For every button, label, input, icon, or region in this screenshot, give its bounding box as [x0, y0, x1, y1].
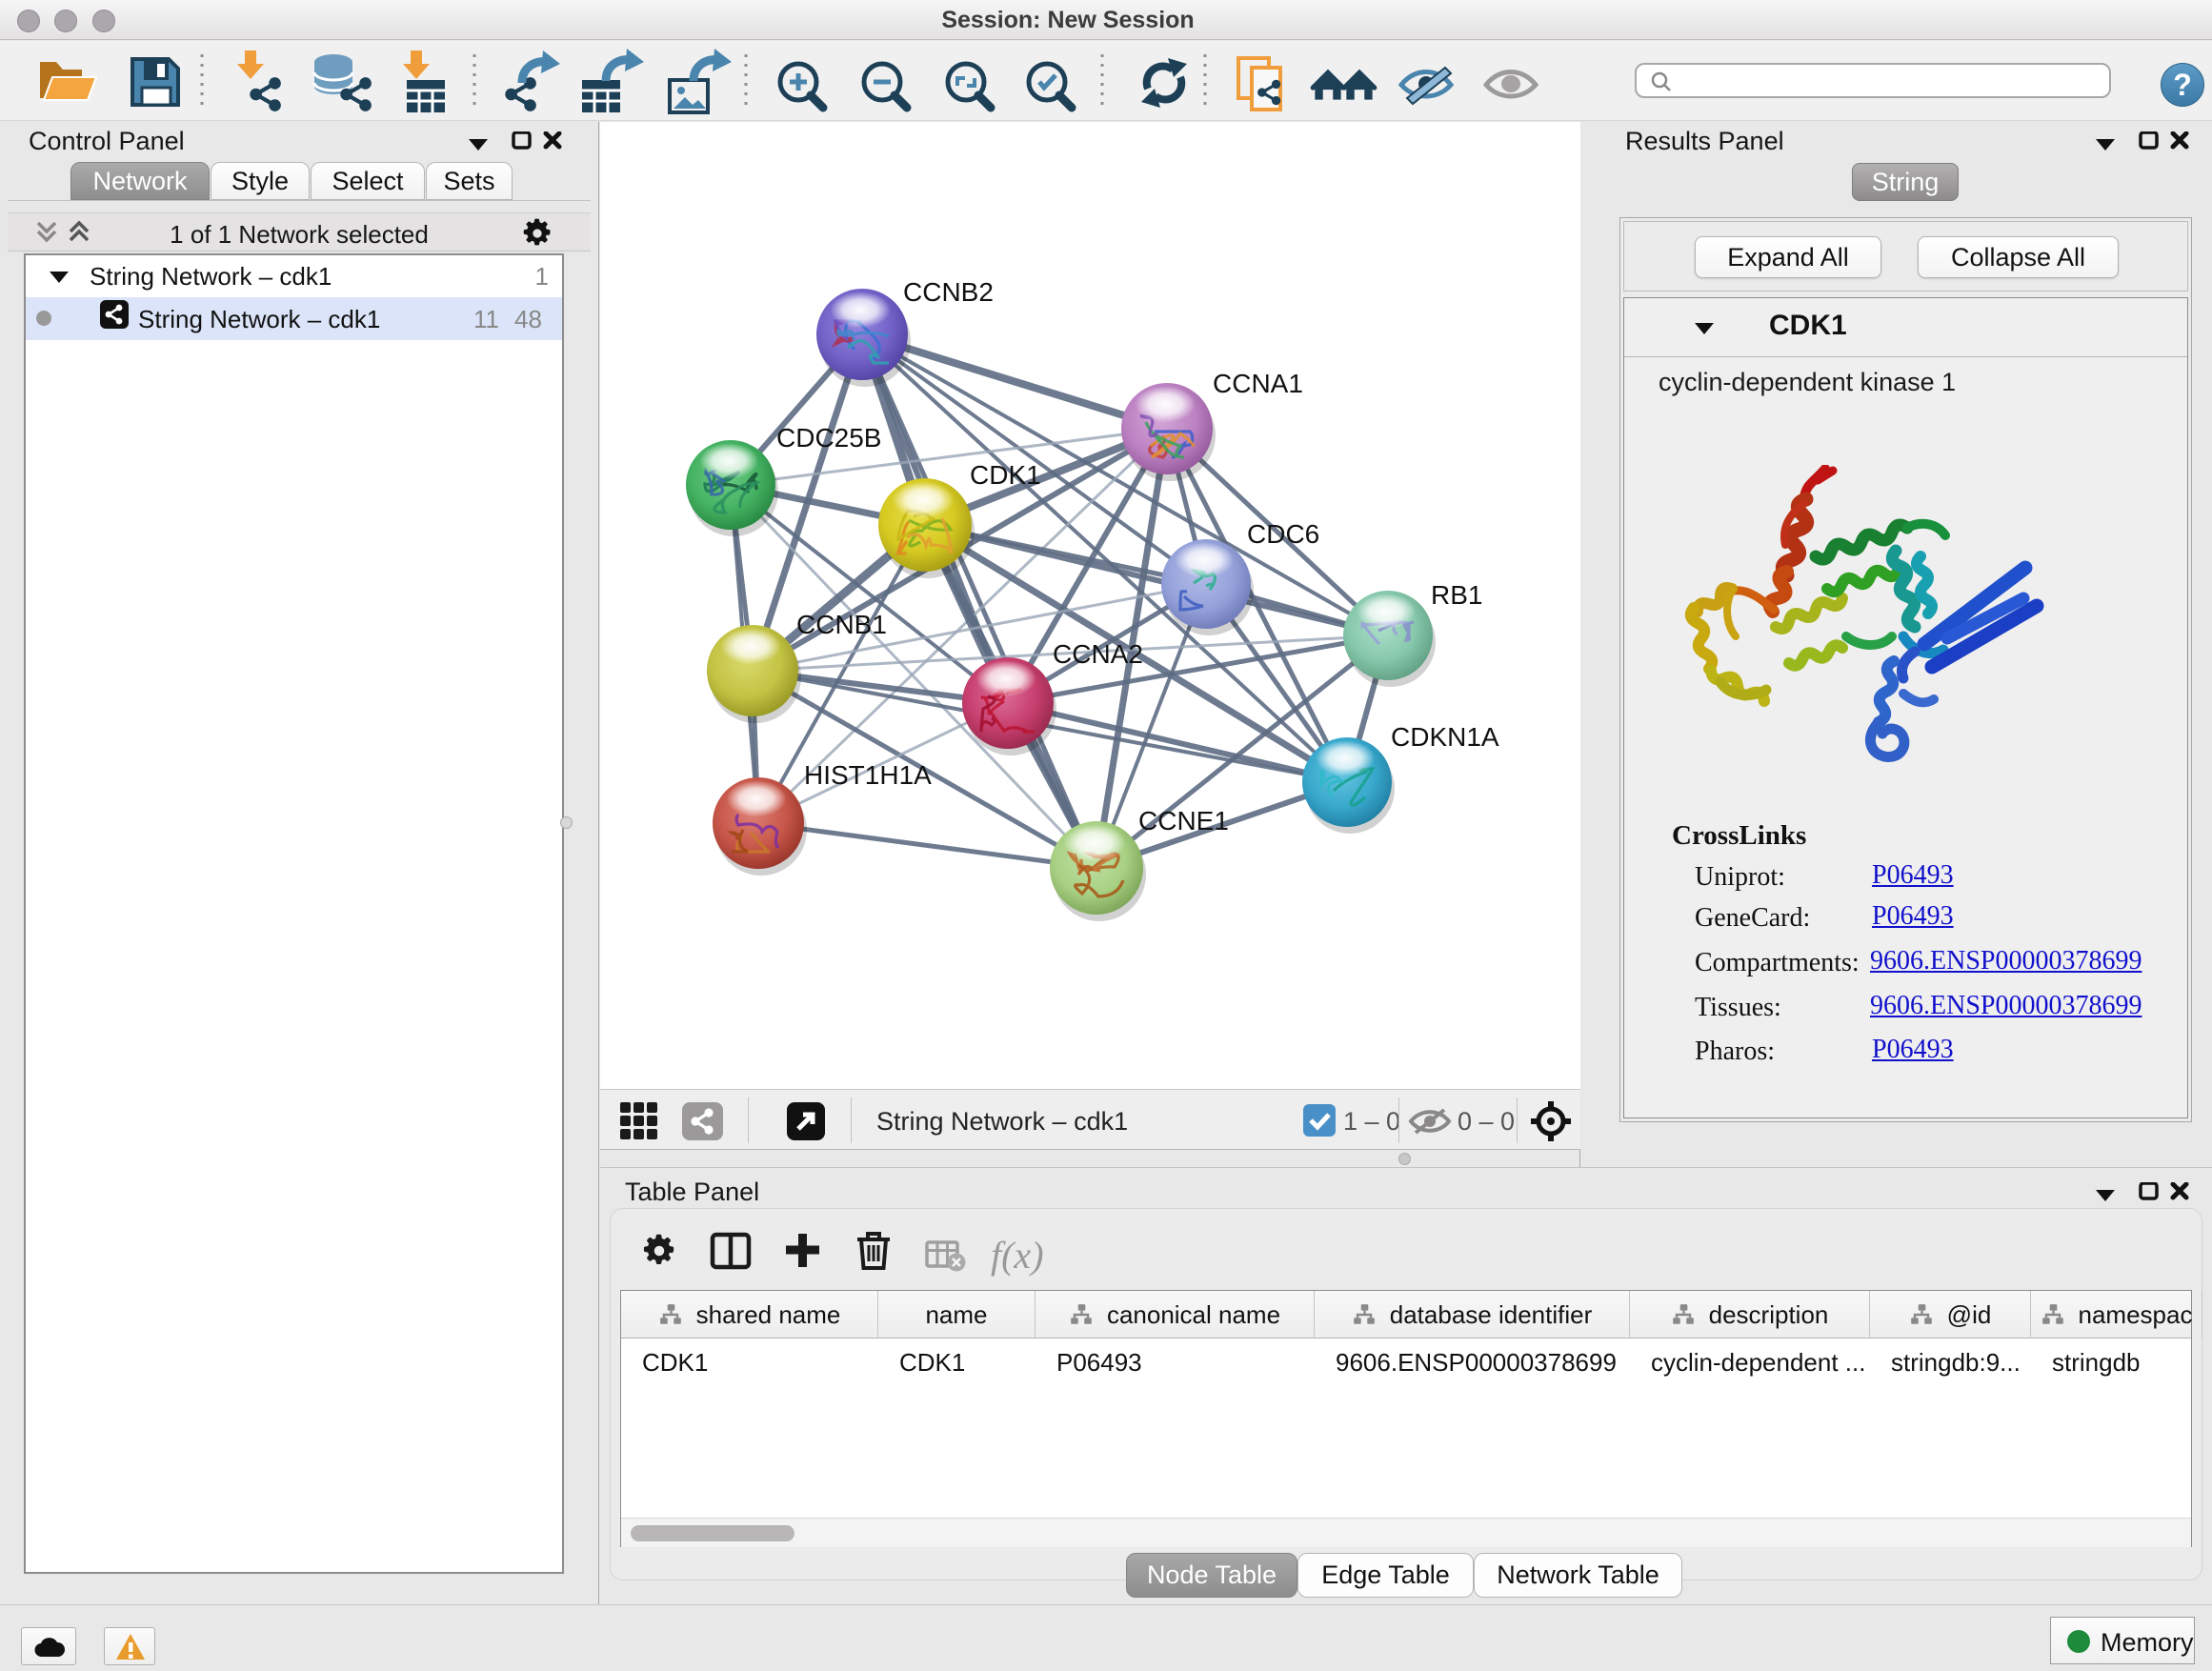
svg-text:HIST1H1A: HIST1H1A: [804, 760, 932, 790]
svg-text:f(x): f(x): [991, 1234, 1044, 1277]
svg-text:RB1: RB1: [1431, 580, 1482, 610]
svg-text:CCNA2: CCNA2: [1053, 639, 1143, 669]
svg-text:CDK1: CDK1: [970, 460, 1041, 490]
svg-text:CCNB2: CCNB2: [903, 277, 994, 307]
svg-text:CDC6: CDC6: [1247, 519, 1319, 549]
svg-text:CCNA1: CCNA1: [1213, 369, 1303, 398]
svg-text:CCNB1: CCNB1: [796, 610, 887, 639]
svg-text:CDKN1A: CDKN1A: [1391, 722, 1499, 752]
svg-text:CCNE1: CCNE1: [1138, 806, 1229, 836]
svg-text:CDC25B: CDC25B: [776, 423, 881, 453]
